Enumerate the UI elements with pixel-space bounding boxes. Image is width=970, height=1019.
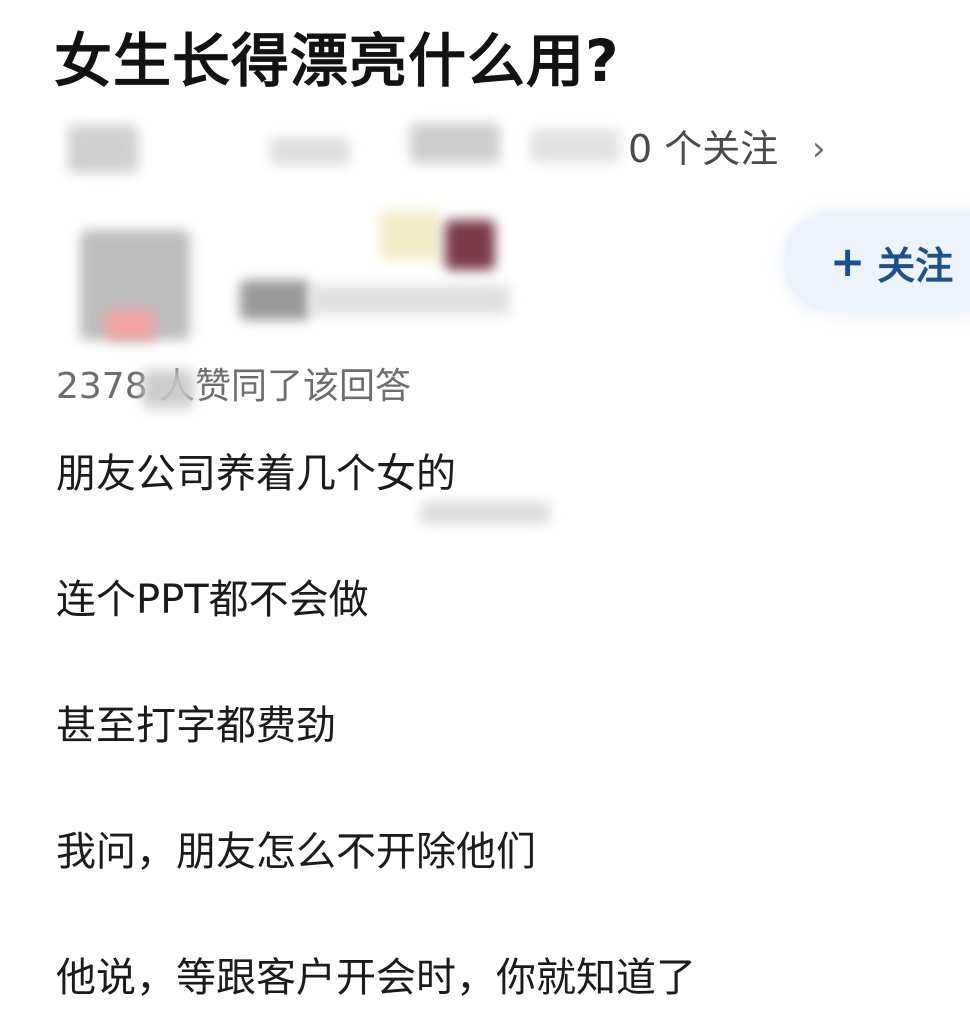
blurred-topic-text	[68, 125, 138, 173]
blurred-vote-digit	[142, 370, 194, 408]
question-title[interactable]: 女生长得漂亮什么用?	[54, 22, 620, 100]
follow-button-label: 关注	[877, 243, 954, 288]
blurred-author-name	[240, 280, 310, 320]
blurred-author-badge	[380, 210, 440, 260]
answer-paragraph: 朋友公司养着几个女的	[56, 451, 456, 497]
blurred-topic-text	[530, 129, 620, 163]
blurred-avatar-accent	[105, 310, 155, 340]
blurred-topic-text	[270, 137, 350, 165]
answer-paragraph: 甚至打字都费劲	[56, 703, 336, 749]
chevron-right-icon[interactable]: ›	[812, 126, 826, 172]
blurred-author-badge	[445, 220, 495, 270]
author-info[interactable]	[60, 200, 540, 350]
blurred-author-bio	[310, 285, 510, 315]
answer-page: 女生长得漂亮什么用? 0 个关注 › + 关注 2378 人赞同了该回答 朋友公…	[0, 0, 970, 1019]
topic-follow-count[interactable]: 0 个关注	[628, 122, 778, 176]
vote-count: 2378 人赞同了该回答	[56, 366, 412, 407]
plus-icon: +	[830, 237, 866, 286]
answer-paragraph: 他说，等跟客户开会时，你就知道了	[56, 955, 696, 1001]
answer-paragraph: 连个PPT都不会做	[56, 577, 369, 623]
blurred-topic-text	[410, 123, 500, 163]
blurred-inline-mark	[420, 502, 550, 524]
follow-author-button[interactable]: + 关注	[784, 212, 970, 312]
answer-paragraph: 我问，朋友怎么不开除他们	[56, 829, 536, 875]
